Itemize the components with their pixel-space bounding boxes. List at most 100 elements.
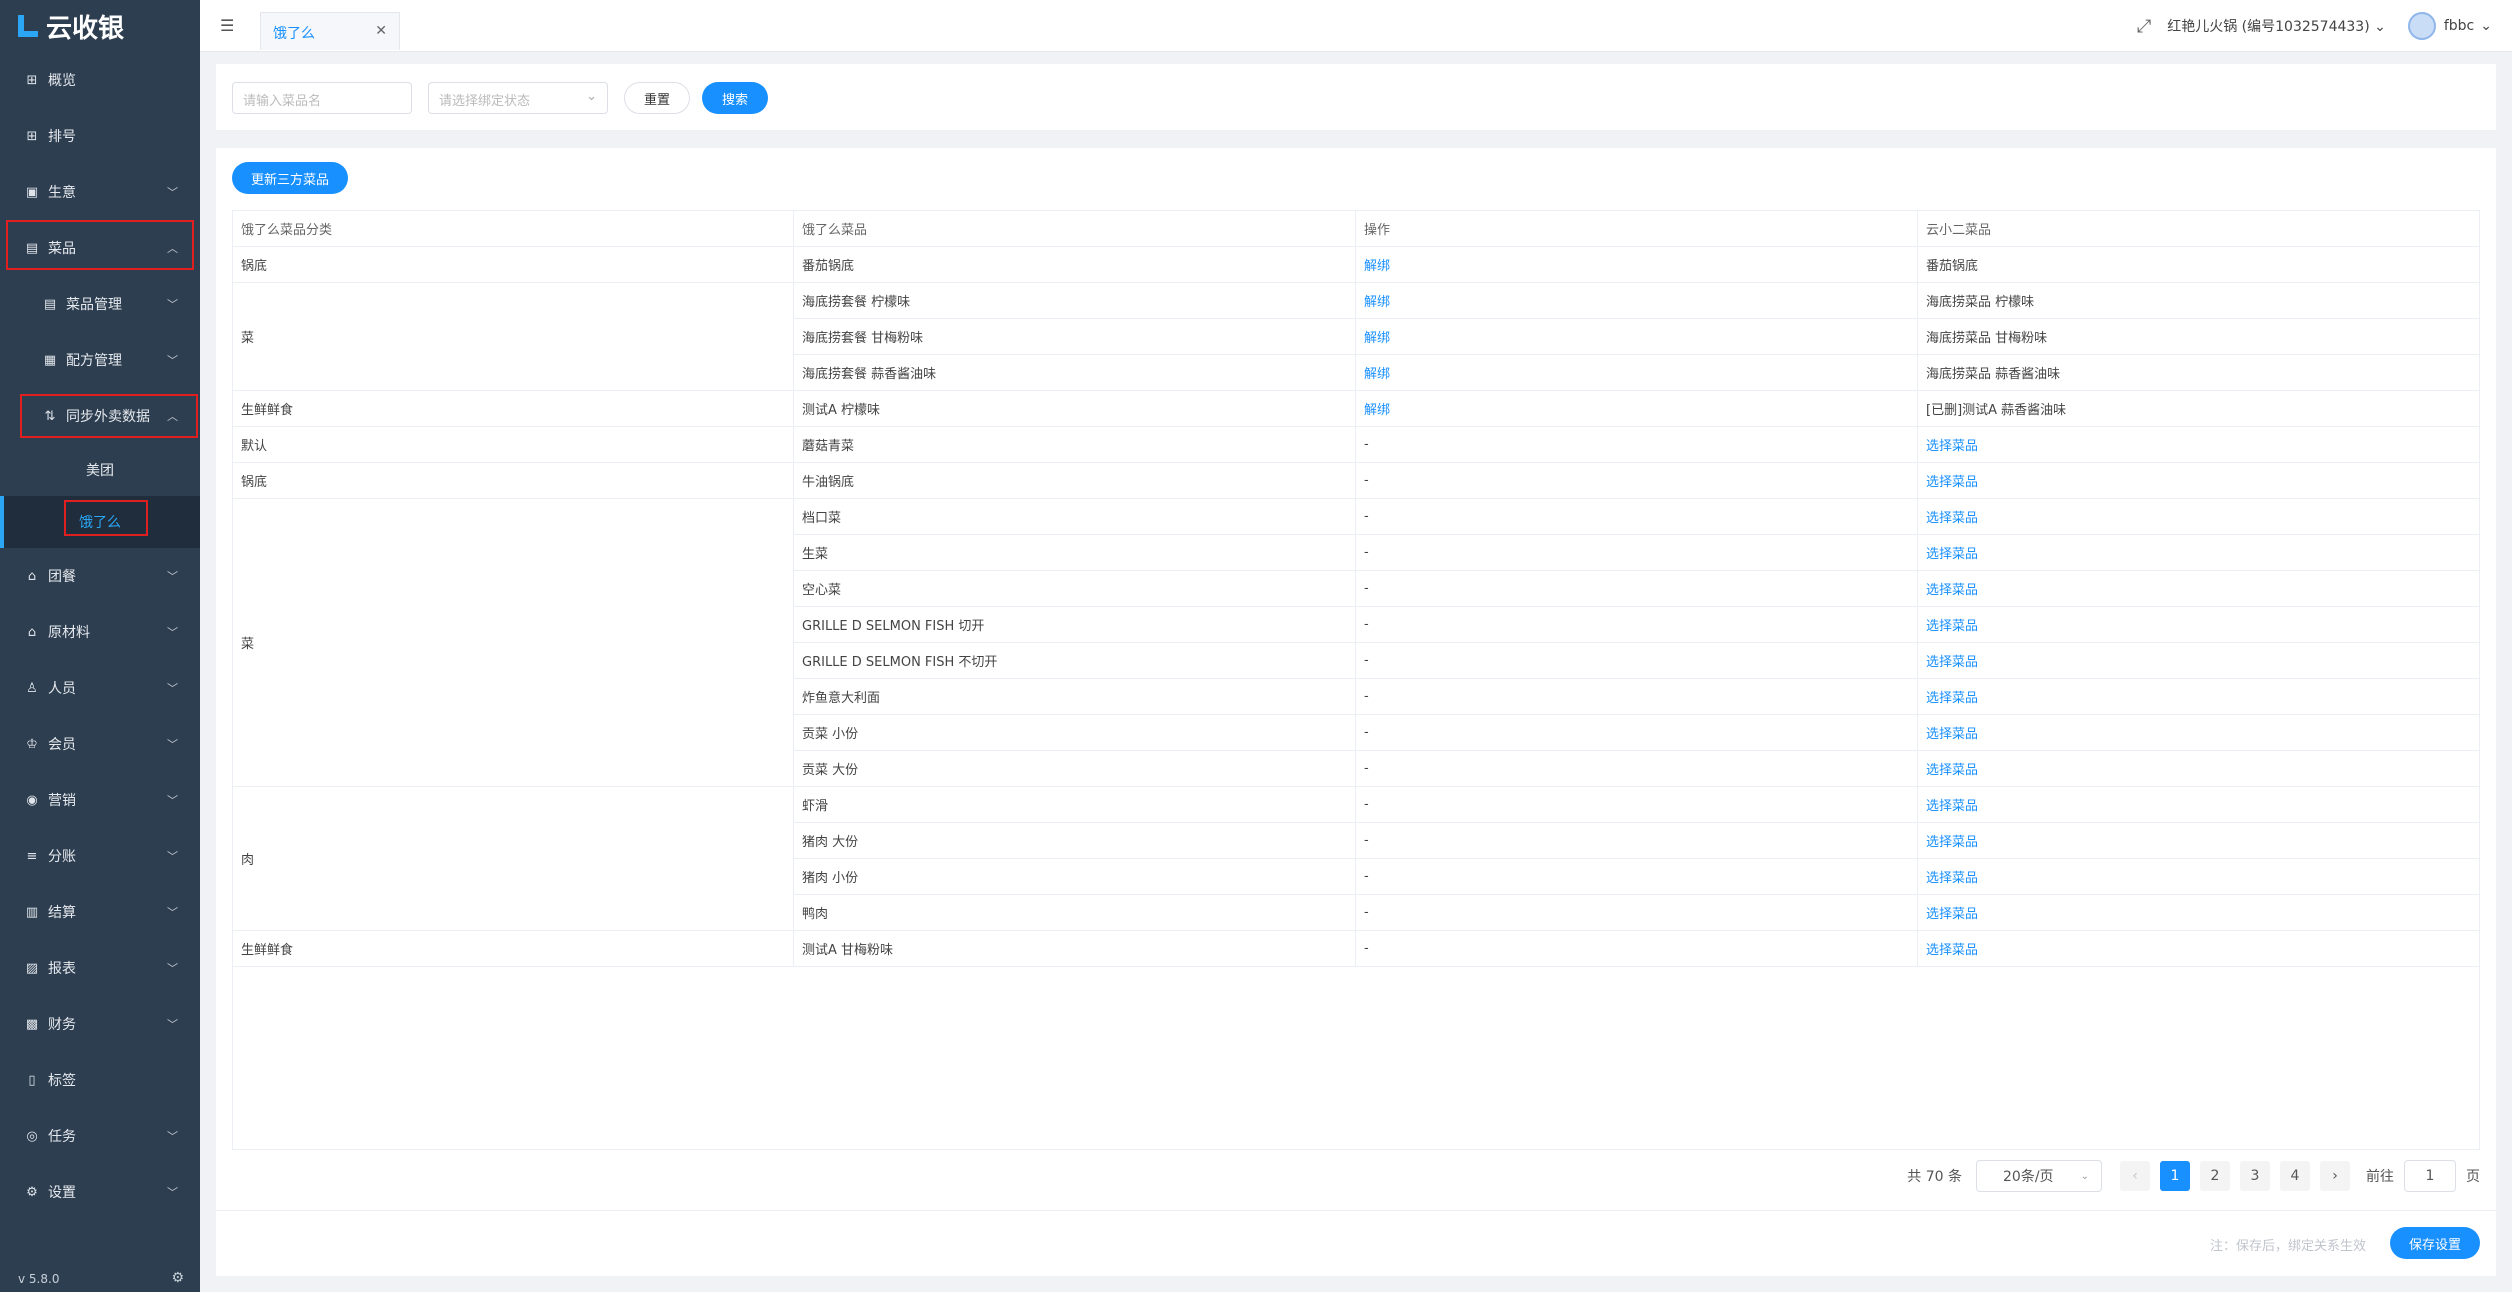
sidebar-item-label: 团餐 — [48, 569, 76, 585]
unbind-link[interactable]: 解绑 — [1356, 355, 1918, 391]
sidebar-item[interactable]: ▥ 结算 ﹀ — [0, 884, 200, 940]
search-button[interactable]: 搜索 — [702, 82, 768, 114]
sidebar-item-meituan[interactable]: 美团 — [0, 444, 200, 496]
operation-cell: - — [1356, 715, 1918, 751]
store-selector[interactable]: 红艳儿火锅 (编号1032574433) ⌄ — [2167, 16, 2386, 36]
chevron-down-icon: ﹀ — [167, 794, 178, 807]
sidebar-item[interactable]: ⌂ 原材料 ﹀ — [0, 604, 200, 660]
sidebar-item[interactable]: ▣ 生意 ﹀ — [0, 164, 200, 220]
table-header: 饿了么菜品分类 饿了么菜品 操作 云小二菜品 — [233, 211, 2479, 247]
user-name[interactable]: fbbc — [2444, 18, 2474, 34]
menu-collapse-icon[interactable]: ☰ — [220, 16, 234, 35]
select-dish-link[interactable]: 选择菜品 — [1918, 643, 2479, 679]
dish-search-input[interactable]: 请输入菜品名 — [232, 82, 412, 114]
reset-button[interactable]: 重置 — [624, 82, 690, 114]
sidebar-item-label: 人员 — [48, 681, 76, 697]
prev-page-button[interactable]: ‹ — [2120, 1161, 2150, 1191]
sidebar-item[interactable]: ▯ 标签 — [0, 1052, 200, 1108]
sidebar-item[interactable]: ◎ 任务 ﹀ — [0, 1108, 200, 1164]
select-dish-link[interactable]: 选择菜品 — [1918, 427, 2479, 463]
goto-page-input[interactable]: 1 — [2404, 1160, 2456, 1192]
operation-cell: - — [1356, 787, 1918, 823]
dish-binding-table: 饿了么菜品分类 饿了么菜品 操作 云小二菜品 锅底菜生鲜鲜食 默认 锅底菜肉生鲜鲜食… — [232, 210, 2480, 1150]
close-icon[interactable]: ✕ — [375, 23, 387, 39]
select-dish-link[interactable]: 选择菜品 — [1918, 859, 2479, 895]
chevron-down-icon: ﹀ — [167, 682, 178, 695]
highlight-sync-menu — [20, 394, 198, 438]
next-page-button[interactable]: › — [2320, 1161, 2350, 1191]
chevron-down-icon: ﹀ — [167, 186, 178, 199]
select-dish-link[interactable]: 选择菜品 — [1918, 535, 2479, 571]
update-third-party-dishes-button[interactable]: 更新三方菜品 — [232, 162, 348, 194]
select-dish-link[interactable]: 选择菜品 — [1918, 499, 2479, 535]
dish-cell: 虾滑 — [794, 787, 1356, 823]
chevron-down-icon: ⌄ — [586, 89, 597, 104]
sidebar-item-label: 配方管理 — [66, 353, 122, 369]
select-dish-link[interactable]: 选择菜品 — [1918, 931, 2479, 967]
page-button[interactable]: 3 — [2240, 1161, 2270, 1191]
select-dish-link[interactable]: 选择菜品 — [1918, 823, 2479, 859]
sidebar-item[interactable]: ▨ 报表 ﹀ — [0, 940, 200, 996]
dish-manage-icon: ▤ — [43, 296, 57, 312]
dish-cell: 鸭肉 — [794, 895, 1356, 931]
page-button[interactable]: 4 — [2280, 1161, 2310, 1191]
member-icon: ♔ — [26, 736, 38, 752]
sidebar-item[interactable]: ▤ 菜品管理 ﹀ — [0, 276, 200, 332]
select-dish-link[interactable]: 选择菜品 — [1918, 463, 2479, 499]
top-bar: ☰ 饿了么 ✕ ⤢ 红艳儿火锅 (编号1032574433) ⌄ fbbc ⌄ — [200, 0, 2512, 52]
report-icon: ▨ — [25, 960, 39, 976]
unbind-link[interactable]: 解绑 — [1356, 391, 1918, 427]
select-dish-link[interactable]: 选择菜品 — [1918, 715, 2479, 751]
sidebar-item[interactable]: ≡ 分账 ﹀ — [0, 828, 200, 884]
sidebar-item[interactable]: ♙ 人员 ﹀ — [0, 660, 200, 716]
gear-icon[interactable]: ⚙ — [171, 1270, 184, 1286]
select-dish-link[interactable]: 选择菜品 — [1918, 895, 2479, 931]
sidebar-item[interactable]: ▦ 配方管理 ﹀ — [0, 332, 200, 388]
yun-dish-cell: 海底捞菜品 柠檬味 — [1918, 283, 2479, 319]
fullscreen-icon[interactable]: ⤢ — [2137, 16, 2151, 37]
dish-cell: 蘑菇青菜 — [794, 427, 1356, 463]
select-dish-link[interactable]: 选择菜品 — [1918, 787, 2479, 823]
save-settings-button[interactable]: 保存设置 — [2390, 1227, 2480, 1259]
sidebar-item[interactable]: ⚙ 设置 ﹀ — [0, 1164, 200, 1220]
page-button[interactable]: 2 — [2200, 1161, 2230, 1191]
dish-cell: 海底捞套餐 甘梅粉味 — [794, 319, 1356, 355]
sidebar-item[interactable]: ⊞ 概览 — [0, 52, 200, 108]
select-dish-link[interactable]: 选择菜品 — [1918, 571, 2479, 607]
marketing-icon: ◉ — [26, 792, 38, 808]
avatar[interactable] — [2407, 12, 2436, 40]
store-name: 红艳儿火锅 (编号1032574433) — [2167, 19, 2370, 35]
select-dish-link[interactable]: 选择菜品 — [1918, 751, 2479, 787]
sidebar: 云收银 ⊞ 概览 ⊞ 排号 ▣ 生意 ﹀ ▤ 菜品 ︿ ▤ 菜品管理 ﹀ ▦ 配方管理 ﹀ ⇅ 同步外卖数据 ︿ 美团… — [0, 0, 200, 1292]
unbind-link[interactable]: 解绑 — [1356, 283, 1918, 319]
sidebar-item[interactable]: ⌂ 团餐 ﹀ — [0, 548, 200, 604]
operation-cell: - — [1356, 859, 1918, 895]
column-header: 饿了么菜品 — [794, 211, 1356, 246]
dish-cell: 测试A 甘梅粉味 — [794, 931, 1356, 967]
select-dish-link[interactable]: 选择菜品 — [1918, 679, 2479, 715]
select-dish-link[interactable]: 选择菜品 — [1918, 607, 2479, 643]
tab-eleme[interactable]: 饿了么 ✕ — [260, 12, 400, 50]
bind-status-select[interactable]: 请选择绑定状态 ⌄ — [428, 82, 608, 114]
dish-cell: 空心菜 — [794, 571, 1356, 607]
column-header: 饿了么菜品分类 — [233, 211, 794, 246]
sidebar-item[interactable]: ⊞ 排号 — [0, 108, 200, 164]
sidebar-item[interactable]: ♔ 会员 ﹀ — [0, 716, 200, 772]
operation-cell: - — [1356, 643, 1918, 679]
page-button[interactable]: 1 — [2160, 1161, 2190, 1191]
highlight-dish-menu — [6, 220, 194, 270]
split-icon: ≡ — [26, 848, 38, 864]
chevron-down-icon: ﹀ — [167, 354, 178, 367]
dish-cell: 猪肉 大份 — [794, 823, 1356, 859]
unbind-link[interactable]: 解绑 — [1356, 319, 1918, 355]
unbind-link[interactable]: 解绑 — [1356, 247, 1918, 283]
app-logo[interactable]: 云收银 — [0, 0, 200, 52]
operation-cell: - — [1356, 571, 1918, 607]
page-size-select[interactable]: 20条/页 ⌄ — [1976, 1160, 2102, 1192]
sidebar-item[interactable]: ◉ 营销 ﹀ — [0, 772, 200, 828]
dish-cell: 海底捞套餐 柠檬味 — [794, 283, 1356, 319]
operation-cell: - — [1356, 823, 1918, 859]
staff-icon: ♙ — [26, 680, 38, 696]
sidebar-item[interactable]: ▩ 财务 ﹀ — [0, 996, 200, 1052]
tag-icon: ▯ — [28, 1072, 36, 1088]
